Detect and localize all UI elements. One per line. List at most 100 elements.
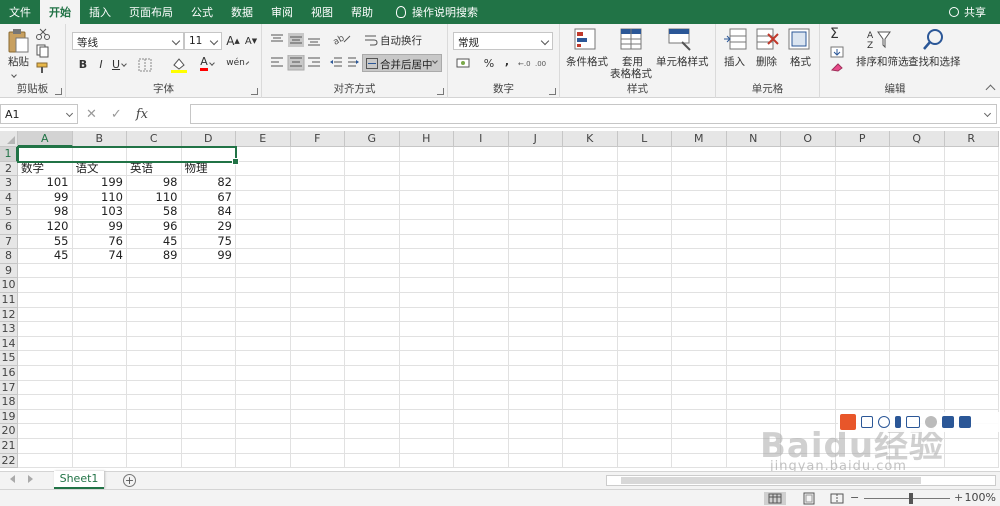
column-header-c[interactable]: C: [127, 131, 182, 147]
cell-g18[interactable]: [345, 395, 400, 410]
cell-h19[interactable]: [399, 409, 454, 425]
share-button[interactable]: 共享: [949, 0, 986, 24]
cell-l13[interactable]: [617, 322, 672, 337]
fill-color-icon[interactable]: [170, 56, 190, 74]
cell-e18[interactable]: [236, 395, 291, 410]
row-header-8[interactable]: 8: [0, 249, 18, 264]
cell-r3[interactable]: [944, 176, 999, 191]
cell-m6[interactable]: [672, 220, 727, 235]
alignment-launcher-icon[interactable]: [437, 88, 444, 95]
cell-l10[interactable]: [617, 278, 672, 293]
cell-c4[interactable]: 110: [127, 190, 182, 206]
cell-b1[interactable]: [72, 147, 127, 162]
cell-h12[interactable]: [399, 307, 454, 323]
cell-k22[interactable]: [563, 453, 618, 469]
cell-e7[interactable]: [236, 234, 291, 250]
number-format-select[interactable]: 常规: [453, 32, 553, 50]
cut-icon[interactable]: [36, 28, 50, 40]
cell-c15[interactable]: [127, 351, 182, 366]
cell-e5[interactable]: [236, 205, 291, 220]
cell-n4[interactable]: [726, 190, 781, 206]
cell-k11[interactable]: [563, 293, 618, 308]
cell-r21[interactable]: [944, 439, 999, 454]
cell-k21[interactable]: [563, 439, 618, 454]
cell-a2[interactable]: 数学: [18, 161, 73, 177]
cell-j20[interactable]: [508, 424, 563, 439]
row-header-20[interactable]: 20: [0, 424, 18, 439]
cell-h11[interactable]: [399, 293, 454, 308]
cell-a9[interactable]: [18, 263, 73, 279]
cell-g21[interactable]: [345, 439, 400, 454]
cell-p14[interactable]: [835, 336, 890, 352]
number-launcher-icon[interactable]: [549, 88, 556, 95]
cell-d1[interactable]: [181, 147, 236, 162]
cell-e9[interactable]: [236, 263, 291, 279]
cell-e17[interactable]: [236, 380, 291, 396]
column-header-p[interactable]: P: [835, 131, 890, 147]
cell-l1[interactable]: [617, 147, 672, 162]
cell-g4[interactable]: [345, 190, 400, 206]
page-layout-view-icon[interactable]: [798, 492, 820, 505]
cell-d2[interactable]: 物理: [181, 161, 236, 177]
cell-r13[interactable]: [944, 322, 999, 337]
cell-styles-icon[interactable]: [668, 28, 694, 52]
cell-b12[interactable]: [72, 307, 127, 323]
row-header-5[interactable]: 5: [0, 205, 18, 220]
cell-o18[interactable]: [781, 395, 836, 410]
cell-l5[interactable]: [617, 205, 672, 220]
cell-j15[interactable]: [508, 351, 563, 366]
cell-m12[interactable]: [672, 307, 727, 323]
cell-c9[interactable]: [127, 263, 182, 279]
cell-f13[interactable]: [290, 322, 345, 337]
tab-review[interactable]: 审阅: [262, 0, 302, 24]
cell-l18[interactable]: [617, 395, 672, 410]
row-header-10[interactable]: 10: [0, 278, 18, 293]
cell-c2[interactable]: 英语: [127, 161, 182, 177]
cell-f12[interactable]: [290, 307, 345, 323]
cell-e11[interactable]: [236, 293, 291, 308]
cell-g15[interactable]: [345, 351, 400, 366]
column-header-h[interactable]: H: [399, 131, 454, 147]
cell-d11[interactable]: [181, 293, 236, 308]
cell-c5[interactable]: 58: [127, 205, 182, 220]
orientation-icon[interactable]: ab: [332, 32, 354, 46]
cell-d17[interactable]: [181, 380, 236, 396]
cell-c8[interactable]: 89: [127, 249, 182, 264]
italic-button[interactable]: I: [92, 55, 110, 73]
cell-a7[interactable]: 55: [18, 234, 73, 250]
ime-menu-icon[interactable]: [959, 416, 971, 428]
cell-n12[interactable]: [726, 307, 781, 323]
cell-b19[interactable]: [72, 409, 127, 425]
cell-c6[interactable]: 96: [127, 220, 182, 235]
cell-r10[interactable]: [944, 278, 999, 293]
cell-a4[interactable]: 99: [18, 190, 73, 206]
cell-i19[interactable]: [454, 409, 509, 425]
cell-h5[interactable]: [399, 205, 454, 220]
row-header-19[interactable]: 19: [0, 409, 18, 425]
indent-icons[interactable]: [330, 56, 360, 70]
cell-a21[interactable]: [18, 439, 73, 454]
cell-f20[interactable]: [290, 424, 345, 439]
cell-i9[interactable]: [454, 263, 509, 279]
cell-k17[interactable]: [563, 380, 618, 396]
cell-f3[interactable]: [290, 176, 345, 191]
cell-f6[interactable]: [290, 220, 345, 235]
cell-q18[interactable]: [890, 395, 945, 410]
merge-center-button[interactable]: 合并后居中: [362, 54, 442, 72]
cell-d4[interactable]: 67: [181, 190, 236, 206]
cell-o2[interactable]: [781, 161, 836, 177]
cell-a8[interactable]: 45: [18, 249, 73, 264]
cell-l9[interactable]: [617, 263, 672, 279]
insert-cells-label[interactable]: 插入: [724, 54, 745, 69]
cell-p5[interactable]: [835, 205, 890, 220]
tab-insert[interactable]: 插入: [80, 0, 120, 24]
cell-q4[interactable]: [890, 190, 945, 206]
vertical-align-icons[interactable]: [270, 33, 324, 47]
cell-h8[interactable]: [399, 249, 454, 264]
cell-m16[interactable]: [672, 366, 727, 381]
cell-q10[interactable]: [890, 278, 945, 293]
cell-j3[interactable]: [508, 176, 563, 191]
cell-a18[interactable]: [18, 395, 73, 410]
sheet-tab-sheet1[interactable]: Sheet1: [54, 471, 104, 489]
cell-i11[interactable]: [454, 293, 509, 308]
